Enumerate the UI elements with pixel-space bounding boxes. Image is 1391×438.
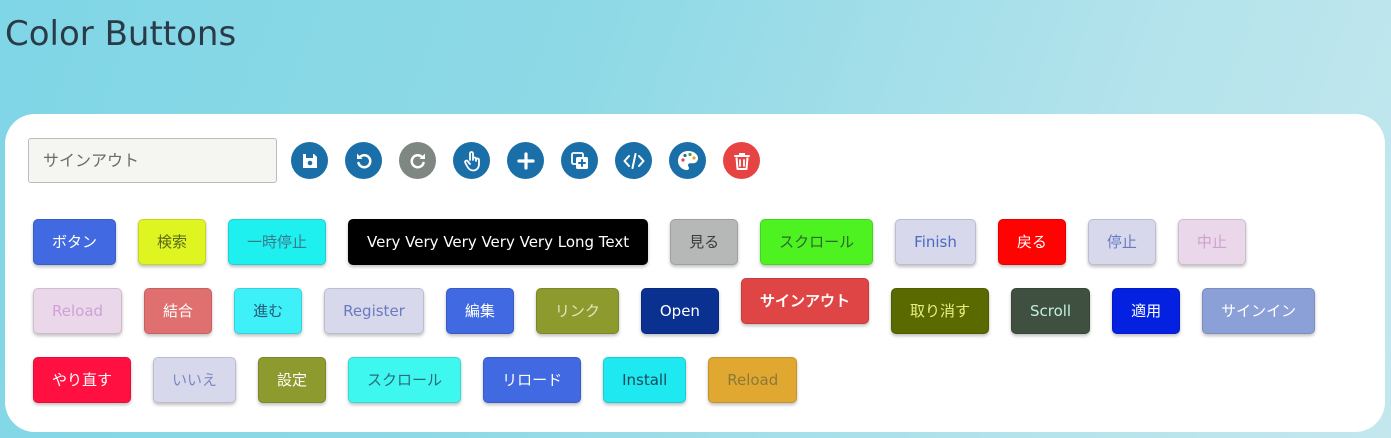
- color-button[interactable]: サインアウト: [740, 277, 869, 324]
- color-button[interactable]: Reload: [33, 287, 123, 334]
- color-button[interactable]: 見る: [670, 218, 739, 265]
- save-button[interactable]: [291, 142, 328, 179]
- color-button[interactable]: 検索: [138, 218, 207, 265]
- pointer-button[interactable]: [453, 142, 490, 179]
- button-row: ボタン 検索 一時停止 Very Very Very Very Very Long T…: [33, 218, 1337, 265]
- color-button[interactable]: Finish: [895, 218, 976, 265]
- page-title: Color Buttons: [5, 14, 237, 54]
- color-button[interactable]: やり直す: [33, 356, 132, 403]
- color-button[interactable]: 結合: [144, 287, 213, 334]
- color-button[interactable]: Very Very Very Very Very Long Text: [348, 218, 649, 265]
- color-button[interactable]: Reload: [708, 356, 798, 403]
- color-button[interactable]: リンク: [535, 287, 619, 334]
- code-icon: [623, 152, 644, 169]
- palette-button[interactable]: [669, 142, 706, 179]
- add-button[interactable]: [507, 142, 544, 179]
- color-button[interactable]: スクロール: [348, 356, 462, 403]
- hand-pointer-icon: [463, 150, 480, 171]
- color-button[interactable]: 停止: [1087, 218, 1156, 265]
- color-button[interactable]: Install: [603, 356, 687, 403]
- button-grid: ボタン 検索 一時停止 Very Very Very Very Very Long T…: [33, 218, 1337, 425]
- color-button[interactable]: サインイン: [1202, 287, 1316, 334]
- button-panel: ボタン検索一時停止 Very Very Very Very Very Long T…: [5, 114, 1385, 432]
- color-button[interactable]: Register: [324, 287, 424, 334]
- undo-button[interactable]: [345, 142, 382, 179]
- color-button[interactable]: 適用: [1112, 287, 1181, 334]
- toolbar: [28, 138, 760, 183]
- save-icon: [302, 153, 317, 168]
- undo-icon: [356, 153, 371, 168]
- color-button[interactable]: いいえ: [153, 356, 237, 403]
- color-button[interactable]: ボタン: [33, 218, 117, 265]
- color-button[interactable]: Open: [640, 287, 719, 334]
- delete-button[interactable]: [723, 142, 760, 179]
- color-button[interactable]: Scroll: [1010, 287, 1091, 334]
- color-button[interactable]: 取り消す: [890, 287, 989, 334]
- color-button[interactable]: 進む: [234, 287, 303, 334]
- duplicate-icon: [570, 151, 588, 169]
- redo-icon: [410, 153, 425, 168]
- color-button[interactable]: リロード: [483, 356, 582, 403]
- color-button[interactable]: 編集: [445, 287, 514, 334]
- color-button[interactable]: 戻る: [997, 218, 1066, 265]
- color-button[interactable]: 中止: [1177, 218, 1246, 265]
- trash-icon: [733, 152, 750, 170]
- plus-icon: [516, 151, 535, 170]
- signout-text-input[interactable]: [28, 138, 277, 183]
- duplicate-button[interactable]: [561, 142, 598, 179]
- button-row: やり直す いいえ 設定 スクロール リロード Install Reload: [33, 356, 1337, 403]
- redo-button[interactable]: [399, 142, 436, 179]
- button-row: Reload 結合 進む Register 編集 リンク Open サインアウト 取り消す Scr…: [33, 277, 1337, 334]
- color-button[interactable]: スクロール: [760, 218, 874, 265]
- palette-icon: [677, 150, 698, 170]
- code-button[interactable]: [615, 142, 652, 179]
- color-button[interactable]: 設定: [258, 356, 327, 403]
- color-button[interactable]: 一時停止: [228, 218, 327, 265]
